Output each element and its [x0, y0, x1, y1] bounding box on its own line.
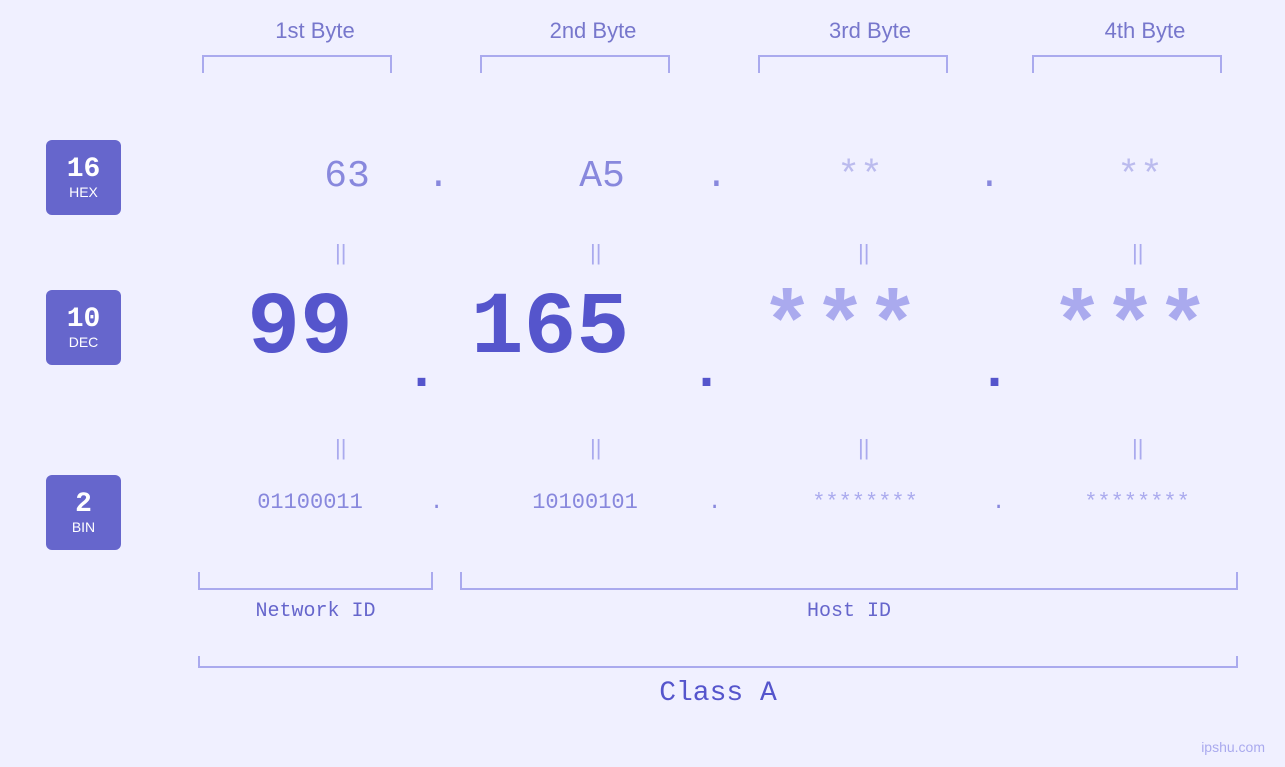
byte1-header: 1st Byte	[200, 18, 430, 44]
dec-badge: 10 DEC	[46, 290, 121, 365]
byte4-header: 4th Byte	[1030, 18, 1260, 44]
hex-byte4: **	[1090, 155, 1190, 198]
equals1-byte1: ||	[335, 240, 346, 266]
dec-base-number: 10	[67, 306, 101, 334]
equals2-byte2: ||	[590, 435, 601, 461]
bracket-bottom-host	[460, 572, 1238, 590]
dec-byte4: ***	[1020, 280, 1240, 379]
equals1-byte2: ||	[590, 240, 601, 266]
byte3-header: 3rd Byte	[755, 18, 985, 44]
hex-dot2: .	[705, 155, 728, 198]
bracket-top-4	[1032, 55, 1222, 73]
byte2-header: 2nd Byte	[478, 18, 708, 44]
bin-dot2: .	[708, 490, 721, 515]
bin-base-label: BIN	[72, 519, 95, 535]
bin-badge: 2 BIN	[46, 475, 121, 550]
equals2-byte4: ||	[1132, 435, 1143, 461]
bin-byte3: ********	[740, 490, 990, 515]
hex-byte1: 63	[297, 155, 397, 198]
hex-dot3: .	[978, 155, 1001, 198]
network-id-label: Network ID	[198, 600, 433, 623]
dec-byte1: 99	[220, 280, 380, 379]
dec-dot3: .	[978, 340, 1011, 403]
bracket-top-1	[202, 55, 392, 73]
hex-base-label: HEX	[69, 184, 98, 200]
bin-dot3: .	[992, 490, 1005, 515]
bin-byte1: 01100011	[185, 490, 435, 515]
dec-dot2: .	[690, 340, 723, 403]
hex-byte2: A5	[552, 155, 652, 198]
watermark: ipshu.com	[1201, 739, 1265, 755]
hex-badge: 16 HEX	[46, 140, 121, 215]
hex-dot1: .	[427, 155, 450, 198]
hex-base-number: 16	[67, 156, 101, 184]
equals1-byte3: ||	[858, 240, 869, 266]
equals2-byte1: ||	[335, 435, 346, 461]
bracket-top-2	[480, 55, 670, 73]
dec-byte2: 165	[460, 280, 640, 379]
class-bar	[198, 656, 1238, 668]
class-label: Class A	[198, 678, 1238, 709]
page-container: 1st Byte 2nd Byte 3rd Byte 4th Byte 16 H…	[0, 0, 1285, 767]
dec-byte3: ***	[740, 280, 940, 379]
bin-byte4: ********	[1012, 490, 1262, 515]
bin-byte2: 10100101	[460, 490, 710, 515]
dec-dot1: .	[405, 340, 438, 403]
host-id-label: Host ID	[460, 600, 1238, 623]
dec-base-label: DEC	[69, 334, 99, 350]
bin-dot1: .	[430, 490, 443, 515]
bracket-top-3	[758, 55, 948, 73]
equals1-byte4: ||	[1132, 240, 1143, 266]
bracket-bottom-network	[198, 572, 433, 590]
bin-base-number: 2	[75, 491, 92, 519]
equals2-byte3: ||	[858, 435, 869, 461]
hex-byte3: **	[810, 155, 910, 198]
